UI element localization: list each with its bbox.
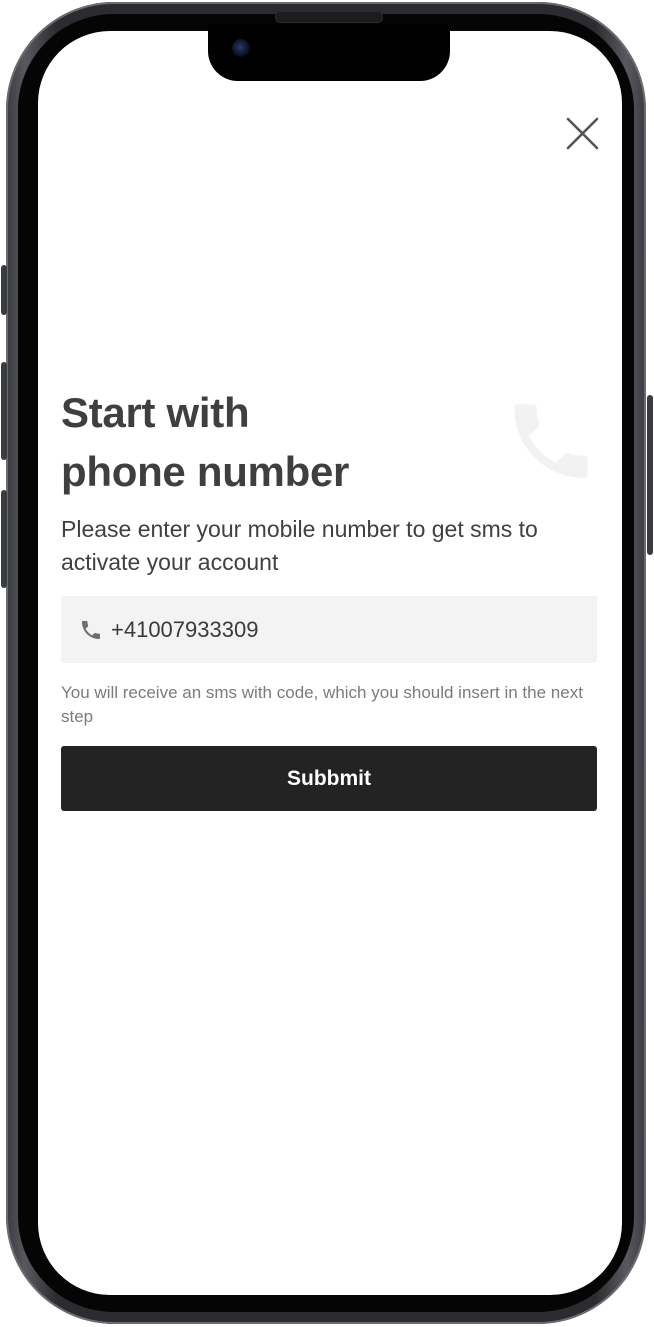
side-button-volume-down [1, 490, 7, 588]
side-button-mute [1, 265, 7, 315]
phone-number-field[interactable] [61, 596, 597, 663]
close-icon [566, 117, 599, 150]
title-line-1: Start with [61, 389, 250, 436]
hint-text: You will receive an sms with code, which… [61, 683, 583, 726]
close-button[interactable] [561, 113, 603, 155]
phone-icon [82, 620, 100, 639]
side-button-volume-up [1, 362, 7, 460]
front-camera [232, 39, 250, 57]
title-line-2: phone number [61, 448, 350, 495]
subtitle-text: Please enter your mobile number to get s… [61, 516, 538, 575]
submit-button[interactable]: Subbmit [61, 746, 597, 811]
phone-number-input[interactable] [111, 616, 551, 643]
side-button-power [647, 395, 653, 555]
screen [38, 31, 622, 1295]
speaker-grille [275, 11, 383, 23]
background-phone-icon [502, 392, 600, 490]
page-title: Start with phone number [61, 383, 349, 501]
